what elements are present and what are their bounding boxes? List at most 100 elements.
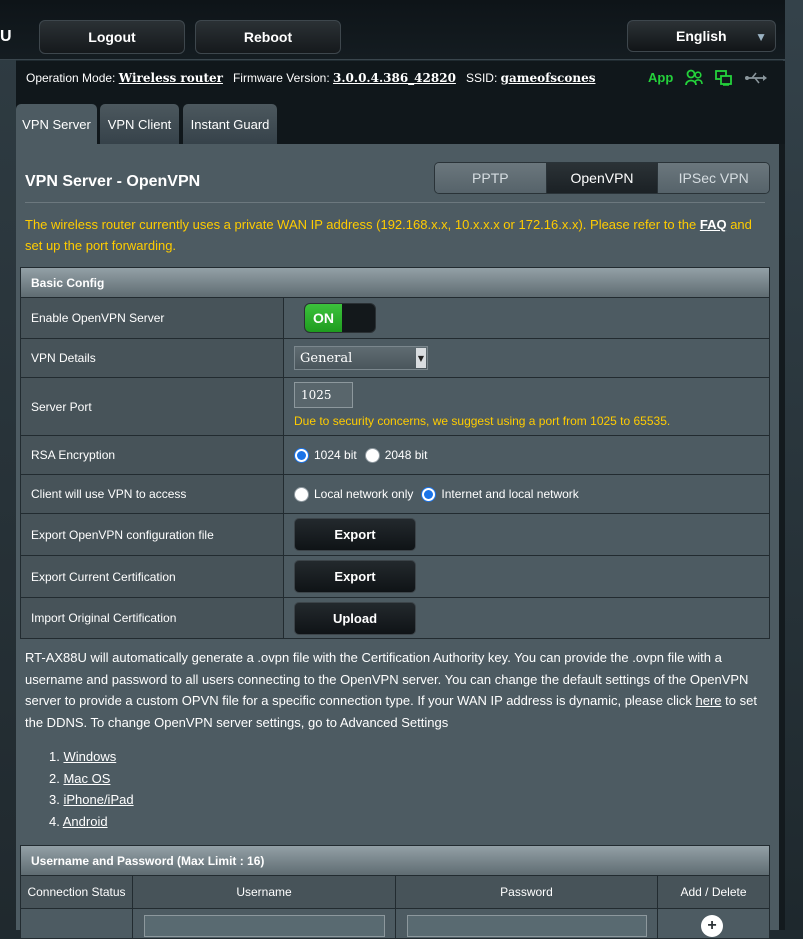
- operation-mode-label: Operation Mode:: [26, 71, 116, 85]
- add-delete-cell: +: [658, 909, 769, 938]
- ddns-here-link[interactable]: here: [696, 693, 722, 708]
- row-enable-openvpn: Enable OpenVPN Server ON: [21, 297, 769, 338]
- vpn-details-value: General ▼: [284, 339, 769, 377]
- chevron-down-icon: ▼: [755, 30, 767, 44]
- status-info-bar: Operation Mode: Wireless router Firmware…: [16, 61, 785, 101]
- rsa-encryption-value: 1024 bit 2048 bit: [284, 436, 769, 474]
- operation-mode-link[interactable]: Wireless router: [119, 71, 223, 85]
- main-panel: VPN Server - OpenVPN PPTP OpenVPN IPSec …: [16, 144, 785, 939]
- enable-openvpn-value: ON: [284, 298, 769, 338]
- toggle-on-label: ON: [305, 304, 342, 332]
- password-cell: [396, 909, 658, 938]
- usb-status-icon[interactable]: [745, 71, 768, 85]
- row-client-access: Client will use VPN to access Local netw…: [21, 474, 769, 513]
- wan-ip-notice: The wireless router currently uses a pri…: [25, 214, 770, 256]
- iphone-ipad-link[interactable]: iPhone/iPad: [63, 792, 133, 807]
- left-background: [0, 0, 16, 930]
- username-input[interactable]: [144, 915, 385, 937]
- enable-openvpn-label: Enable OpenVPN Server: [21, 298, 284, 338]
- openvpn-toggle[interactable]: ON: [304, 303, 376, 333]
- col-add-delete: Add / Delete: [658, 876, 769, 908]
- windows-link[interactable]: Windows: [63, 749, 116, 764]
- vpn-details-selected: General: [300, 350, 353, 366]
- brand-logo: U: [0, 28, 12, 45]
- rsa-1024-label: 1024 bit: [314, 448, 357, 462]
- row-export-cert: Export Current Certification Export: [21, 555, 769, 597]
- page-title: VPN Server - OpenVPN: [25, 173, 201, 190]
- os-guide-list: 1. Windows 2. Mac OS 3. iPhone/iPad 4. A…: [49, 746, 134, 833]
- connection-status-cell: [21, 909, 133, 938]
- language-label: English: [676, 28, 727, 44]
- tab-vpn-client[interactable]: VPN Client: [100, 104, 179, 144]
- right-background: [783, 0, 803, 930]
- tab-bar: VPN Server VPN Client Instant Guard: [16, 101, 785, 145]
- export-cert-value: Export: [284, 556, 769, 597]
- tab-instant-guard[interactable]: Instant Guard: [183, 104, 277, 144]
- row-server-port: Server Port 1025 Due to security concern…: [21, 377, 769, 435]
- server-port-hint: Due to security concerns, we suggest usi…: [294, 414, 671, 428]
- ssid-label: SSID:: [465, 71, 498, 85]
- ovpn-description: RT-AX88U will automatically generate a .…: [25, 647, 770, 733]
- logout-button[interactable]: Logout: [39, 20, 185, 54]
- basic-config-header: Basic Config: [21, 268, 769, 297]
- internet-local-radio[interactable]: [421, 486, 437, 502]
- ssid-link[interactable]: gameofscones: [501, 71, 596, 85]
- dropdown-arrow-icon: ▼: [416, 348, 426, 368]
- row-vpn-details: VPN Details General ▼: [21, 338, 769, 377]
- client-access-label: Client will use VPN to access: [21, 475, 284, 513]
- protocol-ipsec[interactable]: IPSec VPN: [658, 163, 769, 193]
- local-network-label: Local network only: [314, 487, 414, 501]
- macos-link[interactable]: Mac OS: [63, 771, 110, 786]
- rsa-encryption-label: RSA Encryption: [21, 436, 284, 474]
- col-connection-status: Connection Status: [21, 876, 133, 908]
- basic-config-table: Basic Config Enable OpenVPN Server ON VP…: [20, 267, 770, 639]
- vpn-details-label: VPN Details: [21, 339, 284, 377]
- rsa-2048-label: 2048 bit: [384, 448, 428, 462]
- upload-cert-button[interactable]: Upload: [294, 601, 416, 635]
- export-cert-button[interactable]: Export: [294, 560, 416, 593]
- local-network-radio[interactable]: [294, 486, 309, 502]
- internet-local-label: Internet and local network: [441, 487, 579, 501]
- network-status-icon[interactable]: [715, 69, 733, 86]
- status-icons: App: [648, 69, 768, 86]
- user-status-icon[interactable]: [685, 69, 704, 86]
- export-config-button[interactable]: Export: [294, 518, 416, 551]
- list-item: 2. Mac OS: [49, 770, 111, 786]
- client-access-value: Local network only Internet and local ne…: [284, 475, 769, 513]
- android-link[interactable]: Android: [63, 814, 108, 829]
- protocol-openvpn[interactable]: OpenVPN: [546, 163, 659, 193]
- rsa-1024-radio[interactable]: [294, 447, 309, 463]
- user-password-header: Username and Password (Max Limit : 16): [21, 846, 769, 875]
- table-row: +: [21, 908, 769, 938]
- app-link[interactable]: App: [648, 70, 673, 85]
- info-line: Operation Mode: Wireless router Firmware…: [26, 71, 595, 85]
- tab-vpn-server[interactable]: VPN Server: [16, 104, 97, 145]
- firmware-version-link[interactable]: 3.0.0.4.386_42820: [333, 71, 456, 85]
- list-item: 1. Windows: [49, 749, 117, 764]
- language-select[interactable]: English ▼: [627, 20, 776, 52]
- password-input[interactable]: [407, 915, 647, 937]
- vpn-details-select[interactable]: General ▼: [294, 346, 428, 370]
- rsa-2048-radio[interactable]: [364, 447, 380, 463]
- user-password-table: Username and Password (Max Limit : 16) C…: [20, 845, 770, 939]
- row-rsa-encryption: RSA Encryption 1024 bit 2048 bit: [21, 435, 769, 474]
- import-cert-value: Upload: [284, 598, 769, 638]
- export-config-value: Export: [284, 514, 769, 555]
- row-import-cert: Import Original Certification Upload: [21, 597, 769, 638]
- add-icon[interactable]: +: [701, 915, 723, 937]
- list-item: 4. Android: [49, 814, 108, 830]
- col-password: Password: [396, 876, 658, 908]
- top-bar: U Logout Reboot English ▼: [0, 0, 785, 60]
- server-port-input[interactable]: 1025: [294, 382, 353, 408]
- import-cert-label: Import Original Certification: [21, 598, 284, 638]
- title-divider: [25, 202, 765, 203]
- vpn-protocol-switch: PPTP OpenVPN IPSec VPN: [434, 162, 770, 194]
- user-table-columns: Connection Status Username Password Add …: [21, 875, 769, 908]
- reboot-button[interactable]: Reboot: [195, 20, 341, 54]
- protocol-pptp[interactable]: PPTP: [435, 163, 547, 193]
- list-item: 3. iPhone/iPad: [49, 792, 134, 808]
- export-config-label: Export OpenVPN configuration file: [21, 514, 284, 555]
- notice-text-pre: The wireless router currently uses a pri…: [25, 217, 700, 232]
- export-cert-label: Export Current Certification: [21, 556, 284, 597]
- faq-link[interactable]: FAQ: [700, 217, 727, 232]
